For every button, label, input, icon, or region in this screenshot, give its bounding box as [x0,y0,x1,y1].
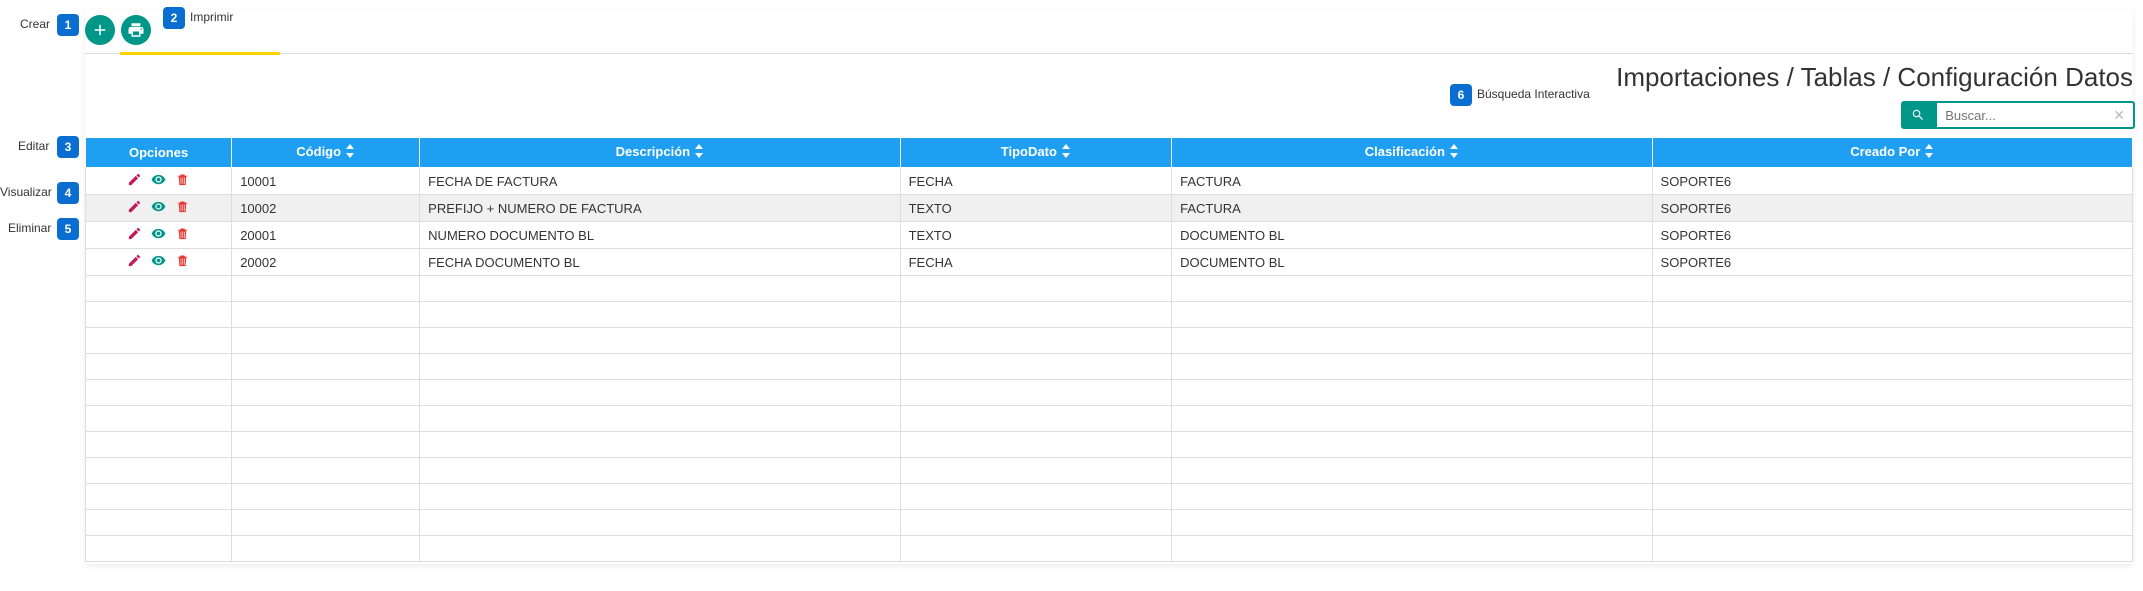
decorative-underline [120,52,280,55]
table-body: 10001 FECHA DE FACTURA FECHA FACTURA SOP… [86,168,2133,562]
callout-2-label: Imprimir [190,10,233,24]
sort-icon [1061,144,1071,161]
header-creadopor[interactable]: Creado Por [1652,138,2132,168]
print-button[interactable] [121,15,151,45]
callout-1-label: Crear [20,17,50,31]
sort-icon [1449,144,1459,161]
cell-creadopor: SOPORTE6 [1652,195,2132,222]
callout-5-label: Eliminar [8,221,51,235]
callout-3-badge: 3 [57,136,79,158]
header-codigo[interactable]: Código [232,138,420,168]
header-descripcion[interactable]: Descripción [420,138,900,168]
edit-icon[interactable] [127,253,142,271]
cell-tipodato: TEXTO [900,222,1172,249]
callout-4-badge: 4 [57,182,79,204]
view-icon[interactable] [150,253,167,271]
view-icon[interactable] [150,199,167,217]
toolbar [85,10,2133,54]
cell-codigo: 20002 [232,249,420,276]
search-row: ✕ [85,101,2133,129]
table-row: 20002 FECHA DOCUMENTO BL FECHA DOCUMENTO… [86,249,2133,276]
data-table: Opciones Código Descripción TipoDato Cla… [85,137,2133,562]
cell-tipodato: TEXTO [900,195,1172,222]
callout-6-badge: 6 [1450,84,1472,106]
cell-descripcion: FECHA DOCUMENTO BL [420,249,900,276]
create-button[interactable] [85,15,115,45]
search-input[interactable] [1935,101,2135,129]
sort-icon [1924,144,1934,161]
page-title: Importaciones / Tablas / Configuración D… [85,62,2133,93]
table-row-empty [86,354,2133,380]
callout-2-badge: 2 [163,7,185,29]
opciones-cell [86,195,232,222]
cell-creadopor: SOPORTE6 [1652,168,2132,195]
sort-icon [345,144,355,161]
callout-6-label: Búsqueda Interactiva [1477,87,1590,101]
table-row-empty [86,380,2133,406]
cell-tipodato: FECHA [900,249,1172,276]
cell-clasificacion: DOCUMENTO BL [1172,222,1652,249]
view-icon[interactable] [150,172,167,190]
table-row-empty [86,406,2133,432]
delete-icon[interactable] [175,226,190,244]
table-row-empty [86,432,2133,458]
printer-icon [127,21,145,39]
edit-icon[interactable] [127,172,142,190]
table-row: 10001 FECHA DE FACTURA FECHA FACTURA SOP… [86,168,2133,195]
callout-5-badge: 5 [57,218,79,240]
plus-icon [91,21,109,39]
callout-1-badge: 1 [57,14,79,36]
table-row: 10002 PREFIJO + NUMERO DE FACTURA TEXTO … [86,195,2133,222]
table-row-empty [86,536,2133,562]
edit-icon[interactable] [127,199,142,217]
cell-codigo: 10001 [232,168,420,195]
table-row-empty [86,328,2133,354]
opciones-cell [86,168,232,195]
header-tipodato[interactable]: TipoDato [900,138,1172,168]
delete-icon[interactable] [175,199,190,217]
cell-tipodato: FECHA [900,168,1172,195]
cell-codigo: 10002 [232,195,420,222]
delete-icon[interactable] [175,172,190,190]
cell-creadopor: SOPORTE6 [1652,222,2132,249]
edit-icon[interactable] [127,226,142,244]
table-row: 20001 NUMERO DOCUMENTO BL TEXTO DOCUMENT… [86,222,2133,249]
header-opciones[interactable]: Opciones [86,138,232,168]
delete-icon[interactable] [175,253,190,271]
main-container: Importaciones / Tablas / Configuración D… [85,10,2133,564]
cell-codigo: 20001 [232,222,420,249]
table-header-row: Opciones Código Descripción TipoDato Cla… [86,138,2133,168]
cell-clasificacion: DOCUMENTO BL [1172,249,1652,276]
cell-descripcion: NUMERO DOCUMENTO BL [420,222,900,249]
table-row-empty [86,510,2133,536]
opciones-cell [86,222,232,249]
cell-clasificacion: FACTURA [1172,168,1652,195]
cell-descripcion: FECHA DE FACTURA [420,168,900,195]
cell-creadopor: SOPORTE6 [1652,249,2132,276]
callout-3-label: Editar [18,139,49,153]
header-clasificacion[interactable]: Clasificación [1172,138,1652,168]
search-icon [1911,108,1925,122]
search-clear-icon[interactable]: ✕ [2113,107,2133,124]
cell-descripcion: PREFIJO + NUMERO DE FACTURA [420,195,900,222]
opciones-cell [86,249,232,276]
cell-clasificacion: FACTURA [1172,195,1652,222]
view-icon[interactable] [150,226,167,244]
table-row-empty [86,458,2133,484]
table-row-empty [86,484,2133,510]
search-button[interactable] [1901,101,1935,129]
table-row-empty [86,302,2133,328]
sort-icon [694,144,704,161]
callout-4-label: Visualizar [0,185,52,199]
table-row-empty [86,276,2133,302]
